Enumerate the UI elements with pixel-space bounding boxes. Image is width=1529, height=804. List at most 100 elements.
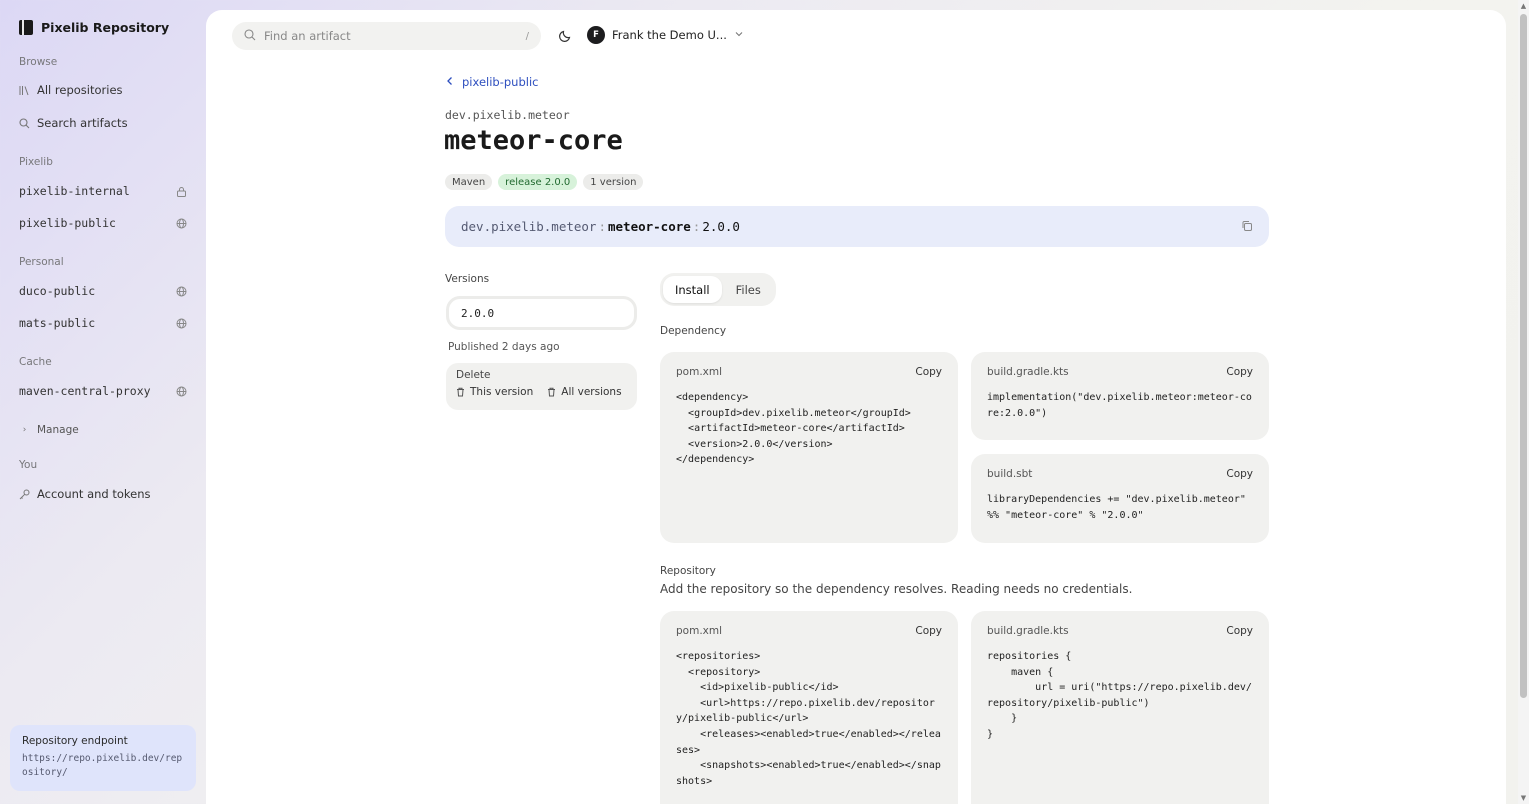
coordinate-separator: : [598,219,606,234]
library-icon [19,85,30,96]
coordinate-artifact: meteor-core [608,219,691,234]
sidebar-item-label: pixelib-internal [19,184,130,198]
sidebar-item-label: Account and tokens [37,487,151,501]
scroll-down-icon[interactable]: ▼ [1520,794,1527,802]
lock-icon [176,186,187,197]
sidebar: Pixelib Repository Browse All repositori… [0,0,206,804]
code-snippet: <dependency> <groupId>dev.pixelib.meteor… [676,392,911,466]
search-bar[interactable]: Find an artifact / [232,22,541,50]
sidebar-item-label: All repositories [37,83,123,97]
chevron-right-icon: › [22,425,27,435]
sidebar-item-maven-central-proxy[interactable]: maven-central-proxy [19,384,187,398]
sidebar-item-label: pixelib-public [19,216,116,230]
sidebar-item-search-artifacts[interactable]: Search artifacts [19,116,187,130]
section-label-personal: Personal [19,256,64,268]
tab-files[interactable]: Files [724,276,773,303]
user-name: Frank the Demo U... [612,28,727,42]
code-snippet: <repositories> <repository> <id>pixelib-… [676,651,941,787]
sidebar-item-duco-public[interactable]: duco-public [19,284,187,298]
manage-label: Manage [37,424,79,436]
versions-label: Versions [445,273,490,285]
user-menu[interactable]: F Frank the Demo U... [587,26,744,44]
code-snippet: repositories { maven { url = uri("https:… [987,651,1252,740]
section-label-cache: Cache [19,356,52,368]
copy-icon[interactable] [1241,220,1253,232]
scrollbar-thumb[interactable] [1520,14,1527,698]
endpoint-title: Repository endpoint [22,735,128,747]
search-placeholder: Find an artifact [264,29,351,43]
format-badge: Maven [445,174,493,190]
avatar: F [587,26,605,44]
chevron-down-icon [734,28,744,42]
card-title: pom.xml [676,366,723,378]
moon-icon[interactable] [558,28,572,42]
dependency-sbt-card: build.sbt Copy libraryDependencies += "d… [971,454,1269,543]
version-count-badge: 1 version [583,174,644,190]
brand-name: Pixelib Repository [41,20,170,35]
delete-this-version-button[interactable]: This version [456,386,533,398]
repository-label: Repository [660,565,716,577]
copy-button[interactable]: Copy [915,625,942,637]
section-label-browse: Browse [19,56,58,68]
section-label-pixelib: Pixelib [19,156,53,168]
globe-icon [176,286,187,297]
artifact-coordinate: dev.pixelib.meteor : meteor-core : 2.0.0 [445,206,1269,247]
trash-icon [457,387,464,397]
back-link-label: pixelib-public [462,75,539,89]
version-select[interactable]: 2.0.0 [446,296,637,330]
trash-icon [548,387,556,397]
copy-button[interactable]: Copy [1226,366,1253,378]
globe-icon [176,218,187,229]
code-snippet: libraryDependencies += "dev.pixelib.mete… [987,494,1252,521]
main-panel: Find an artifact / F Frank the Demo U...… [206,10,1506,804]
repository-description: Add the repository so the dependency res… [660,582,1133,596]
dependency-gradle-card: build.gradle.kts Copy implementation("de… [971,352,1269,440]
coordinate-version: 2.0.0 [702,219,740,234]
copy-button[interactable]: Copy [1226,468,1253,480]
chevron-left-icon [446,75,454,89]
repository-gradle-card: build.gradle.kts Copy repositories { mav… [971,611,1269,804]
scrollbar[interactable]: ▲ ▼ [1518,0,1529,804]
artifact-badges: Maven release 2.0.0 1 version [445,174,644,190]
copy-button[interactable]: Copy [1226,625,1253,637]
sidebar-item-label: Search artifacts [37,116,128,130]
coordinate-group: dev.pixelib.meteor [461,219,597,234]
tab-install[interactable]: Install [663,276,722,303]
dependency-label: Dependency [660,325,727,337]
sidebar-item-label: mats-public [19,316,96,330]
content-tabs: Install Files [660,273,776,306]
key-icon [19,489,30,500]
endpoint-url[interactable]: https://repo.pixelib.dev/repository/ [22,752,184,780]
delete-all-versions-button[interactable]: All versions [547,386,622,398]
sidebar-item-account-tokens[interactable]: Account and tokens [19,487,187,501]
scroll-up-icon[interactable]: ▲ [1520,2,1527,10]
card-title: pom.xml [676,625,723,637]
search-icon [244,28,256,44]
coordinate-separator: : [692,219,701,234]
sidebar-item-mats-public[interactable]: mats-public [19,316,187,330]
page-title: meteor-core [444,125,623,156]
delete-panel: Delete This version All versions [446,363,637,410]
copy-button[interactable]: Copy [915,366,942,378]
sidebar-item-label: maven-central-proxy [19,384,151,398]
brand[interactable]: Pixelib Repository [19,20,169,35]
published-text: Published 2 days ago [448,341,560,353]
card-title: build.sbt [987,468,1033,480]
sidebar-item-pixelib-public[interactable]: pixelib-public [19,216,187,230]
globe-icon [176,386,187,397]
sidebar-item-all-repositories[interactable]: All repositories [19,83,187,97]
search-icon [19,117,30,129]
sidebar-item-pixelib-internal[interactable]: pixelib-internal [19,184,187,198]
release-badge: release 2.0.0 [498,174,578,190]
manage-toggle[interactable]: › Manage [19,424,187,436]
dependency-pom-card: pom.xml Copy <dependency> <groupId>dev.p… [660,352,958,543]
back-link[interactable]: pixelib-public [446,75,538,89]
globe-icon [176,318,187,329]
section-label-you: You [19,459,38,471]
card-title: build.gradle.kts [987,366,1069,378]
book-icon [19,20,33,35]
artifact-group: dev.pixelib.meteor [445,108,570,122]
repository-endpoint-card: Repository endpoint https://repo.pixelib… [10,725,196,791]
card-title: build.gradle.kts [987,625,1069,637]
search-shortcut: / [525,30,529,42]
